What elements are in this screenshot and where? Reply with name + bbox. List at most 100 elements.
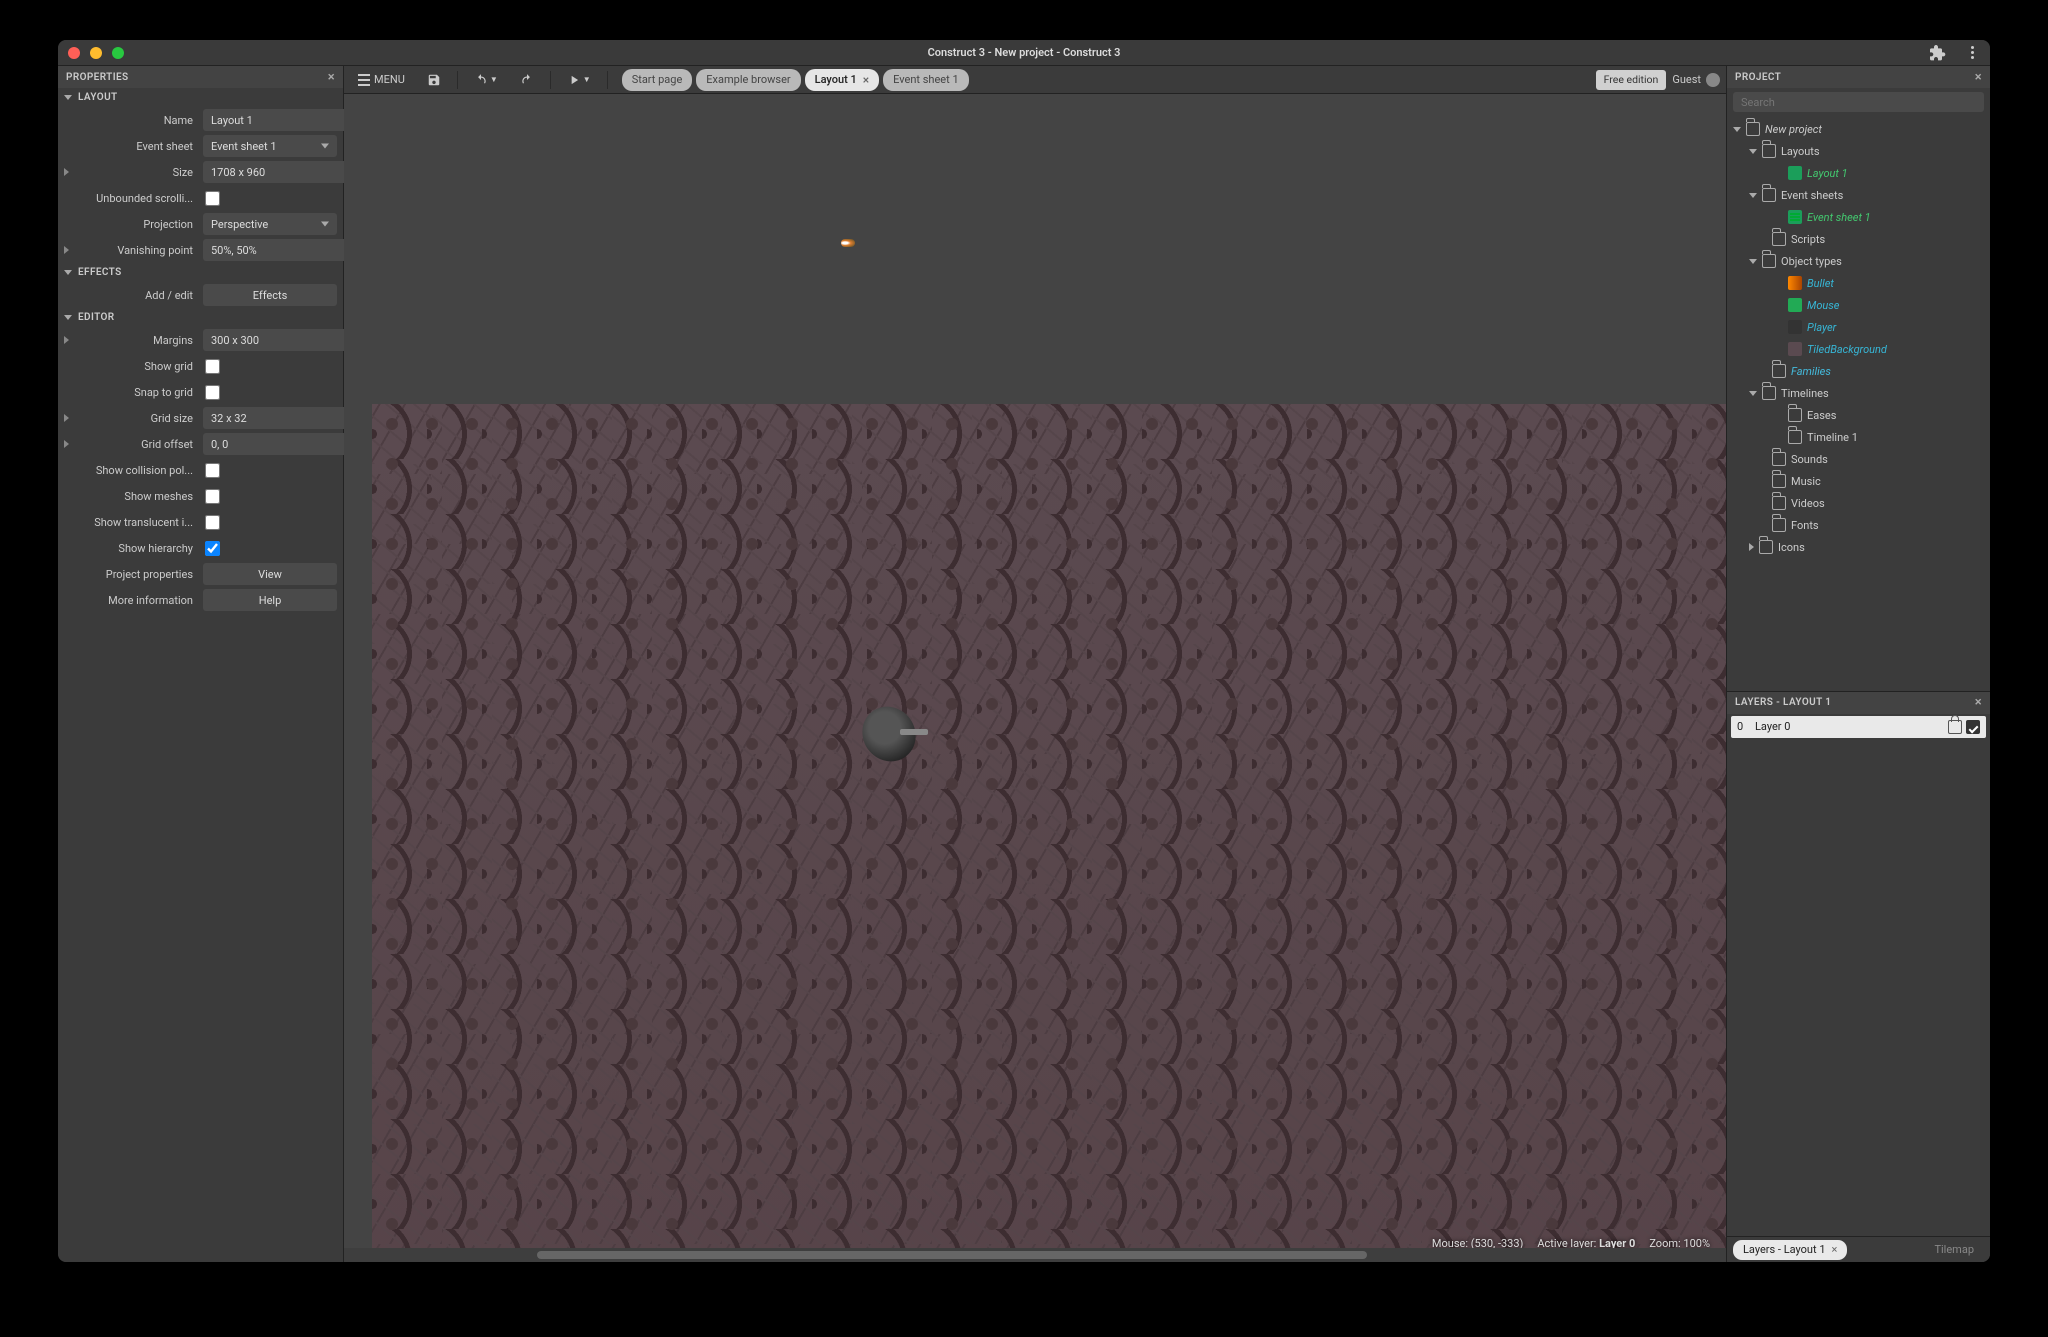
prop-margins-label: Margins [73, 334, 203, 347]
undo-button[interactable]: ▼ [466, 69, 506, 91]
prop-showhier-checkbox[interactable] [205, 541, 220, 556]
view-button[interactable]: View [203, 563, 337, 585]
prop-projprops-label: Project properties [73, 568, 203, 581]
window-title: Construct 3 - New project - Construct 3 [58, 46, 1990, 59]
prop-eventsheet-select[interactable]: Event sheet 1 [203, 135, 337, 157]
free-edition-badge[interactable]: Free edition [1596, 70, 1667, 90]
tab-layers-close[interactable]: × [1832, 1243, 1838, 1256]
menu-button[interactable]: MENU [350, 69, 413, 91]
folder-icon [1762, 386, 1776, 400]
tree-timelines[interactable]: Timelines [1727, 382, 1988, 404]
properties-panel-header: PROPERTIES × [58, 66, 343, 88]
folder-icon [1772, 474, 1786, 488]
properties-panel: PROPERTIES × LAYOUT Name Event sheetEven… [58, 66, 344, 1262]
tree-project-root[interactable]: New project [1727, 118, 1988, 140]
tree-timeline1[interactable]: Timeline 1 [1727, 426, 1988, 448]
folder-icon [1762, 254, 1776, 268]
effects-button[interactable]: Effects [203, 284, 337, 306]
prop-projection-select[interactable]: Perspective [203, 213, 337, 235]
prop-showgrid-checkbox[interactable] [205, 359, 220, 374]
tree-obj-bullet[interactable]: Bullet [1727, 272, 1988, 294]
object-icon [1788, 276, 1802, 290]
group-effects[interactable]: EFFECTS [58, 263, 343, 282]
project-panel-header: PROJECT × [1727, 66, 1990, 88]
tree-layout1[interactable]: Layout 1 [1727, 162, 1988, 184]
play-button[interactable]: ▼ [559, 69, 599, 91]
layer-row-0[interactable]: 0 Layer 0 [1731, 716, 1986, 738]
prop-gridoffset-input[interactable] [203, 433, 359, 455]
layout-viewport[interactable]: Mouse: (530, -333) Active layer: Layer 0… [344, 94, 1726, 1262]
account-button[interactable]: Guest [1672, 73, 1720, 87]
tree-obj-player[interactable]: Player [1727, 316, 1988, 338]
help-button[interactable]: Help [203, 589, 337, 611]
tree-sounds[interactable]: Sounds [1727, 448, 1988, 470]
tab-eventsheet1[interactable]: Event sheet 1 [883, 69, 969, 91]
tab-example-browser[interactable]: Example browser [696, 69, 800, 91]
tree-music[interactable]: Music [1727, 470, 1988, 492]
prop-margins-input[interactable] [203, 329, 359, 351]
redo-button[interactable] [512, 69, 542, 91]
project-panel-title: PROJECT [1735, 72, 1781, 83]
folder-icon [1746, 122, 1760, 136]
avatar-icon [1706, 73, 1720, 87]
tree-icons[interactable]: Icons [1727, 536, 1988, 558]
prop-size-input[interactable] [203, 161, 359, 183]
sprite-bullet[interactable] [841, 239, 855, 247]
lock-icon[interactable] [1948, 720, 1962, 734]
tree-eases[interactable]: Eases [1727, 404, 1988, 426]
tree-eventsheets[interactable]: Event sheets [1727, 184, 1988, 206]
tab-layout1-close[interactable]: × [863, 73, 869, 87]
prop-unbounded-checkbox[interactable] [205, 191, 220, 206]
prop-vanishing-label: Vanishing point [73, 244, 203, 257]
tree-obj-mouse[interactable]: Mouse [1727, 294, 1988, 316]
scrollbar-thumb[interactable] [537, 1251, 1366, 1259]
prop-vanishing-input[interactable] [203, 239, 359, 261]
layers-panel-close-button[interactable]: × [1975, 695, 1982, 710]
sprite-player[interactable] [854, 699, 924, 769]
project-panel-close-button[interactable]: × [1975, 70, 1982, 85]
tree-es1[interactable]: Event sheet 1 [1727, 206, 1988, 228]
prop-name-label: Name [73, 114, 203, 127]
visibility-checkbox[interactable] [1966, 720, 1980, 734]
tree-layouts[interactable]: Layouts [1727, 140, 1988, 162]
object-icon [1788, 320, 1802, 334]
folder-icon [1772, 364, 1786, 378]
layout-canvas[interactable] [372, 404, 1726, 1262]
prop-name-input[interactable] [203, 109, 359, 131]
tab-layout1[interactable]: Layout 1× [805, 69, 880, 91]
horizontal-scrollbar[interactable] [344, 1248, 1726, 1262]
tree-obj-tiledbg[interactable]: TiledBackground [1727, 338, 1988, 360]
tree-fonts[interactable]: Fonts [1727, 514, 1988, 536]
tree-videos[interactable]: Videos [1727, 492, 1988, 514]
tree-objecttypes[interactable]: Object types [1727, 250, 1988, 272]
tab-tilemap[interactable]: Tilemap [1924, 1240, 1984, 1260]
prop-showtrans-label: Show translucent i... [73, 516, 203, 529]
prop-gridsize-input[interactable] [203, 407, 359, 429]
folder-icon [1788, 408, 1802, 422]
tab-start-page[interactable]: Start page [622, 69, 693, 91]
tree-families[interactable]: Families [1727, 360, 1988, 382]
prop-addedit-label: Add / edit [73, 289, 203, 302]
prop-eventsheet-label: Event sheet [73, 140, 203, 153]
bottom-tabs: Layers - Layout 1× Tilemap [1727, 1236, 1990, 1262]
folder-icon [1759, 540, 1773, 554]
prop-gridsize-label: Grid size [73, 412, 203, 425]
folder-icon [1772, 518, 1786, 532]
object-icon [1788, 298, 1802, 312]
project-search-input[interactable] [1733, 92, 1984, 112]
group-editor[interactable]: EDITOR [58, 308, 343, 327]
folder-icon [1772, 452, 1786, 466]
prop-gridoffset-label: Grid offset [73, 438, 203, 451]
properties-panel-close-button[interactable]: × [328, 70, 335, 85]
save-button[interactable] [419, 69, 449, 91]
prop-moreinfo-label: More information [73, 594, 203, 607]
prop-showtrans-checkbox[interactable] [205, 515, 220, 530]
object-icon [1788, 342, 1802, 356]
tab-layers[interactable]: Layers - Layout 1× [1733, 1240, 1847, 1260]
prop-showmesh-checkbox[interactable] [205, 489, 220, 504]
prop-showcoll-checkbox[interactable] [205, 463, 220, 478]
layer-index: 0 [1737, 720, 1755, 733]
tree-scripts[interactable]: Scripts [1727, 228, 1988, 250]
prop-snapgrid-checkbox[interactable] [205, 385, 220, 400]
group-layout[interactable]: LAYOUT [58, 88, 343, 107]
